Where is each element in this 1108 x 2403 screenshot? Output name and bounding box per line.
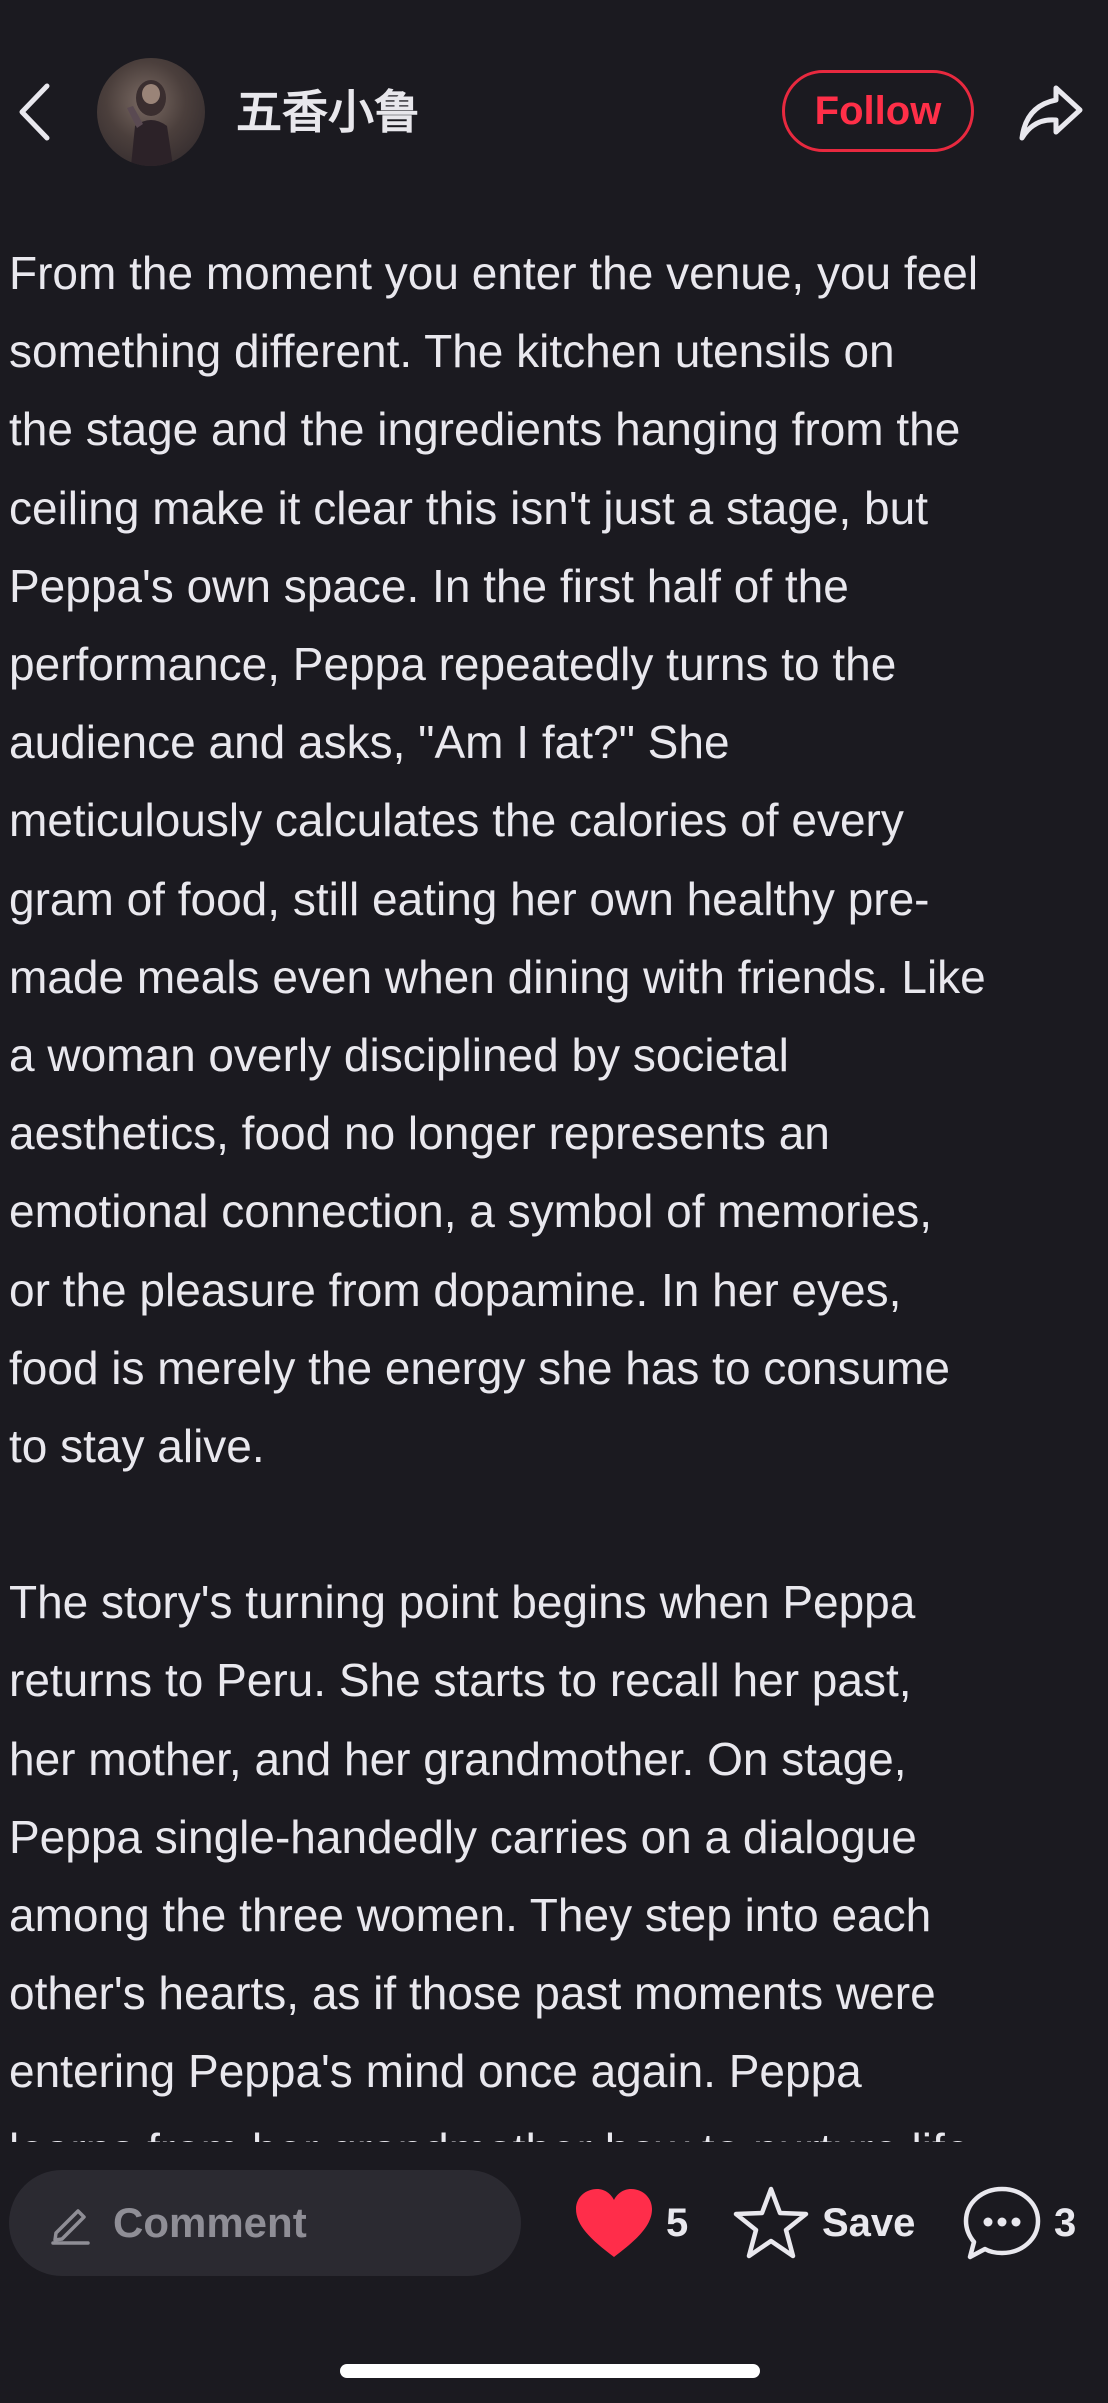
user-avatar <box>127 80 173 166</box>
author-name[interactable]: 五香小鲁 <box>236 84 420 140</box>
author-avatar[interactable] <box>97 58 205 166</box>
pencil-icon <box>45 2198 95 2248</box>
follow-button[interactable]: Follow <box>782 70 974 152</box>
post-header: 五香小鲁 Follow <box>0 0 1108 220</box>
comment-count: 3 <box>1054 2200 1077 2245</box>
share-button[interactable] <box>1010 76 1092 148</box>
save-button[interactable]: Save <box>732 2182 915 2264</box>
chat-bubble-icon <box>963 2186 1041 2260</box>
star-icon <box>733 2186 809 2259</box>
post-paragraph: The story's turning point begins when Pe… <box>9 1576 970 2142</box>
post-paragraph: From the moment you enter the venue, you… <box>9 247 986 1473</box>
chevron-left-icon <box>19 83 50 141</box>
comment-input[interactable]: Comment <box>9 2170 521 2276</box>
heart-icon <box>576 2189 652 2257</box>
bottom-action-bar: Comment 5 Save 3 <box>0 2150 1108 2300</box>
post-body: From the moment you enter the venue, you… <box>9 234 1099 2142</box>
save-label: Save <box>822 2200 916 2245</box>
share-arrow-icon <box>1019 85 1083 141</box>
comments-button[interactable]: 3 <box>962 2182 1076 2264</box>
back-button[interactable] <box>12 80 56 144</box>
like-count: 5 <box>666 2200 689 2245</box>
home-indicator[interactable] <box>340 2364 760 2378</box>
like-button[interactable]: 5 <box>574 2182 688 2264</box>
comment-placeholder: Comment <box>113 2199 307 2246</box>
